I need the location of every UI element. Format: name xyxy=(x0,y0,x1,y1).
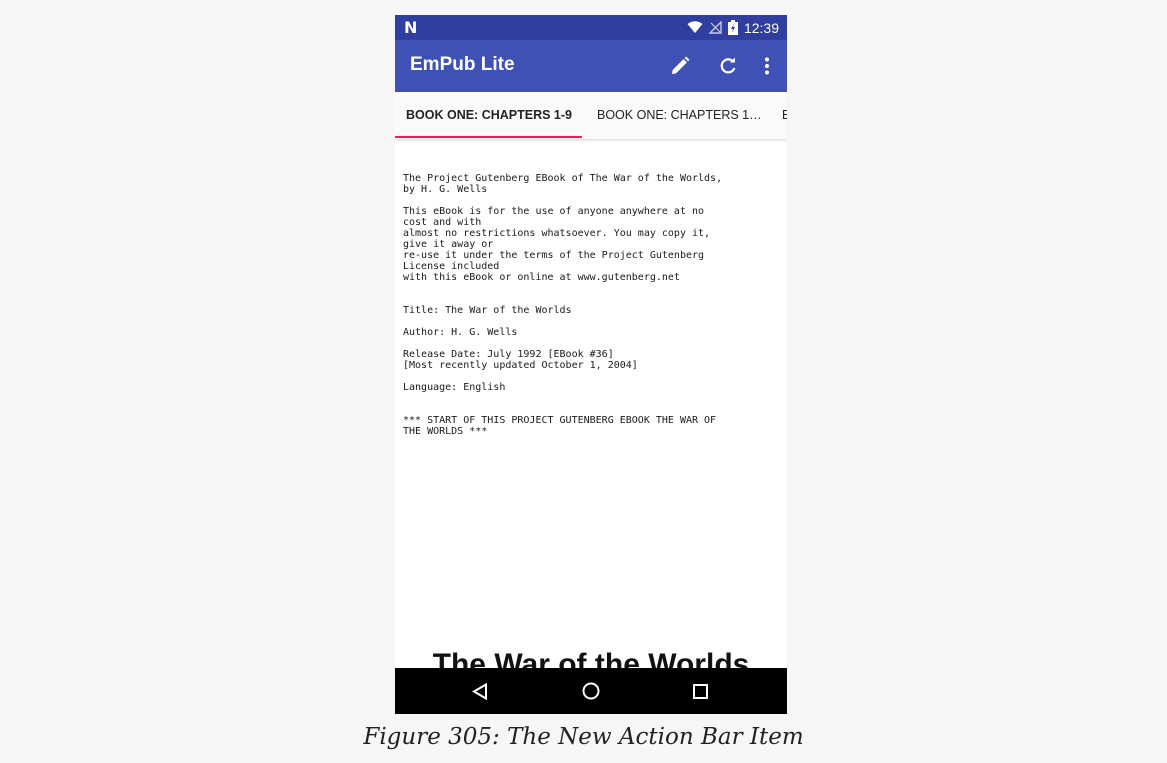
phone-screen: N 12:39 EmPub Lite BOOK ONE: CHAPTERS 1-… xyxy=(395,15,787,714)
notification-icon: N xyxy=(404,18,418,37)
paragraph-license: This eBook is for the use of anyone anyw… xyxy=(403,206,711,283)
action-bar: EmPub Lite xyxy=(395,40,787,92)
wifi-icon xyxy=(687,21,703,33)
tab-indicator xyxy=(395,136,582,138)
battery-icon xyxy=(727,20,738,35)
figure-caption: Figure 305: The New Action Bar Item xyxy=(363,724,804,750)
paragraph-header: The Project Gutenberg EBook of The War o… xyxy=(403,173,723,195)
navigation-bar xyxy=(395,668,787,714)
refresh-icon xyxy=(720,57,736,74)
tab-next[interactable]: E xyxy=(782,92,787,139)
paragraph-title: Title: The War of the Worlds xyxy=(403,305,572,316)
paragraph-release-date: Release Date: July 1992 [EBook #36] [Mos… xyxy=(403,349,638,371)
recents-button[interactable] xyxy=(685,676,715,706)
back-icon xyxy=(472,682,487,700)
no-signal-icon xyxy=(708,21,722,34)
paragraph-author: Author: H. G. Wells xyxy=(403,327,518,338)
edit-icon xyxy=(672,56,690,74)
status-icons: 12:39 xyxy=(687,15,779,40)
recents-icon xyxy=(692,683,708,699)
overflow-menu-button[interactable] xyxy=(751,50,783,82)
status-bar: N 12:39 xyxy=(395,15,787,40)
paragraph-start-marker: *** START OF THIS PROJECT GUTENBERG EBOO… xyxy=(403,415,717,437)
book-content: The Project Gutenberg EBook of The War o… xyxy=(403,173,775,437)
home-button[interactable] xyxy=(576,676,606,706)
tab-book-one-chapters-1-9[interactable]: BOOK ONE: CHAPTERS 1-9 xyxy=(406,92,572,139)
tab-book-one-chapters-10[interactable]: BOOK ONE: CHAPTERS 1… xyxy=(597,92,762,139)
refresh-button[interactable] xyxy=(712,50,744,82)
overflow-menu-icon xyxy=(765,57,769,75)
clock: 12:39 xyxy=(743,19,779,36)
edit-button[interactable] xyxy=(664,50,696,82)
home-icon xyxy=(582,682,600,700)
app-title: EmPub Lite xyxy=(410,54,515,75)
tab-strip: BOOK ONE: CHAPTERS 1-9 BOOK ONE: CHAPTER… xyxy=(395,92,787,139)
back-button[interactable] xyxy=(465,676,495,706)
paragraph-language: Language: English xyxy=(403,382,506,393)
